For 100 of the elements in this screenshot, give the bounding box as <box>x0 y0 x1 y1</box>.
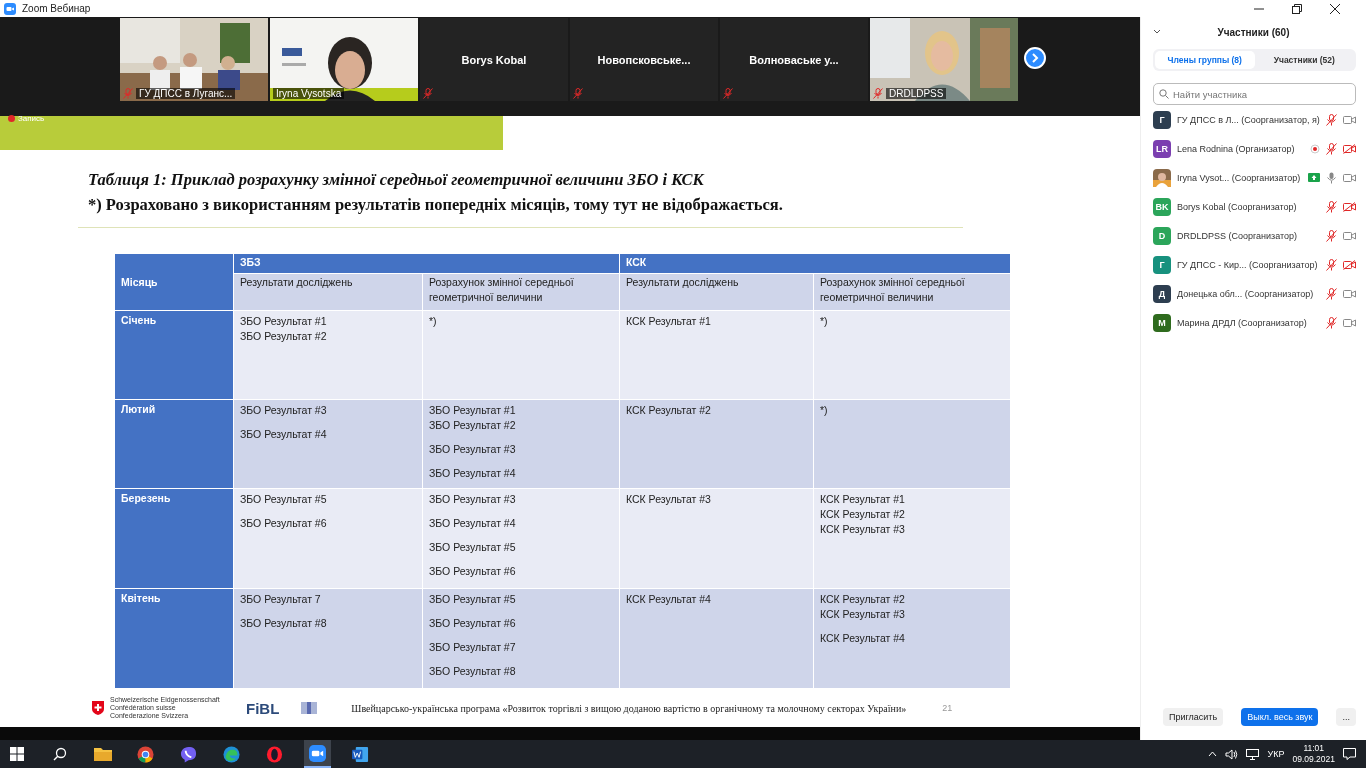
more-button[interactable]: ... <box>1336 708 1356 726</box>
participant-name: Iryna Vysot... (Соорганизатор) <box>1177 172 1302 183</box>
close-icon[interactable] <box>1330 3 1340 14</box>
search-icon <box>52 747 67 761</box>
participant-row[interactable]: Г ГУ ДПСС - Кир... (Соорганизатор) <box>1153 250 1356 279</box>
tab[interactable]: Участники (52) <box>1254 51 1354 69</box>
video-off-icon[interactable] <box>1343 143 1356 154</box>
clock-time[interactable]: 11:01 <box>1303 743 1325 754</box>
mute-all-button[interactable]: Выкл. весь звук <box>1241 708 1319 726</box>
video-off-icon[interactable] <box>1343 201 1356 212</box>
video-tile[interactable]: Borys Kobal <box>420 18 568 101</box>
video-icon[interactable] <box>1343 172 1356 183</box>
cell-text: КСК Результат #3 <box>626 492 712 507</box>
swiss-flag-icon <box>92 701 104 715</box>
video-tile[interactable]: Волноваське у... <box>720 18 868 101</box>
muted-mic-icon[interactable] <box>1326 142 1337 155</box>
taskbar-app[interactable] <box>304 740 331 768</box>
video-icon[interactable] <box>1343 114 1356 125</box>
cell-text: КСК Результат #1 <box>820 492 906 507</box>
video-tile[interactable]: Новопсковське... <box>570 18 718 101</box>
muted-mic-icon[interactable] <box>1326 287 1337 300</box>
page-number: 21 <box>942 703 953 713</box>
participant-name: Волноваське у... <box>749 53 839 66</box>
participant-name: DRDLDPSS <box>886 88 947 99</box>
month-header: Місяць <box>115 254 233 310</box>
next-page-button[interactable] <box>1024 47 1046 69</box>
column-header: Розрахунок змінної середньої геометричної величини <box>423 274 619 310</box>
chrome-icon <box>137 745 154 763</box>
search-field[interactable]: Найти участника <box>1153 83 1356 105</box>
cell-text: ЗБО Результат #1 <box>429 403 517 418</box>
video-icon[interactable] <box>1343 317 1356 328</box>
table-caption: Таблиця 1: Приклад розрахунку змінної середньої геометричної величини ЗБО і КСК <box>88 170 706 190</box>
muted-mic-icon[interactable] <box>1326 316 1337 329</box>
participant-name: Borys Kobal (Соорганизатор) <box>1177 201 1298 212</box>
participant-row[interactable]: Iryna Vysot... (Соорганизатор) <box>1153 163 1356 192</box>
video-icon[interactable] <box>1343 230 1356 241</box>
cell-text: КСК Результат #3 <box>820 607 906 622</box>
cell-text: ЗБО Результат #1 <box>240 314 328 329</box>
participant-row[interactable]: Г ГУ ДПСС в Л... (Соорганизатор, я) <box>1153 105 1356 134</box>
muted-mic-icon[interactable] <box>1326 229 1337 242</box>
cell-text: ЗБО Результат #3 <box>429 492 517 507</box>
avatar: BK <box>1153 197 1171 216</box>
participant-row[interactable]: D DRDLDPSS (Соорганизатор) <box>1153 221 1356 250</box>
notifications-icon[interactable] <box>1343 748 1356 760</box>
participant-name: Донецька обл... (Соорганизатор) <box>1177 288 1315 299</box>
cell-text: ЗБО Результат 7 <box>240 592 322 607</box>
opera-icon <box>266 745 283 763</box>
emblem-icon <box>301 702 318 714</box>
participant-row[interactable]: Д Донецька обл... (Соорганизатор) <box>1153 279 1356 308</box>
chevron-right-icon <box>1031 53 1039 63</box>
cell-text: *) <box>820 314 829 329</box>
participant-name: Borys Kobal <box>461 53 527 66</box>
participant-name: ГУ ДПСС в Л... (Соорганизатор, я) <box>1177 114 1320 125</box>
mic-icon[interactable] <box>1326 171 1337 184</box>
column-header: Результати досліджень <box>620 274 813 310</box>
footnote: *) Розраховано з використанням результатів попередніх місяців, тому тут не відображається. <box>88 195 784 215</box>
participant-row[interactable]: BK Borys Kobal (Соорганизатор) <box>1153 192 1356 221</box>
column-header: Розрахунок змінної середньої геометричної величини <box>814 274 1010 310</box>
chevron-up-icon[interactable] <box>1208 751 1218 757</box>
tab[interactable]: Члены группы (8) <box>1155 51 1255 69</box>
participant-row[interactable]: М Марина ДРДЛ (Соорганизатор) <box>1153 308 1356 337</box>
month-cell: Квітень <box>115 589 233 688</box>
group-header: КСК <box>620 254 1010 273</box>
invite-button[interactable]: Пригласить <box>1163 708 1224 726</box>
speaker-icon[interactable] <box>1225 748 1239 760</box>
video-off-icon[interactable] <box>1343 259 1356 270</box>
participant-name: Новопсковське... <box>597 53 691 66</box>
cell-text: КСК Результат #2 <box>820 507 906 522</box>
cell-text: ЗБО Результат #4 <box>429 516 517 531</box>
participant-name: ГУ ДПСС в Луганс... <box>136 88 236 99</box>
cell-text: ЗБО Результат #4 <box>429 466 517 481</box>
windows-logo-icon <box>9 747 24 761</box>
muted-mic-icon[interactable] <box>1326 200 1337 213</box>
cell-text: КСК Результат #3 <box>820 522 906 537</box>
video-tile[interactable]: Iryna Vysotska <box>270 18 418 101</box>
muted-mic-icon[interactable] <box>1326 258 1337 271</box>
muted-mic-icon[interactable] <box>1326 113 1337 126</box>
cell-text: ЗБО Результат #5 <box>429 592 517 607</box>
participant-name: Lena Rodnina (Организатор) <box>1177 143 1296 154</box>
video-tile[interactable]: DRDLDPSS <box>870 18 1018 101</box>
avatar: Г <box>1153 110 1171 129</box>
avatar: Д <box>1153 284 1171 303</box>
network-icon[interactable] <box>1246 748 1260 760</box>
group-header: ЗБЗ <box>234 254 619 273</box>
restore-icon[interactable] <box>1292 3 1302 14</box>
participant-row[interactable]: LR Lena Rodnina (Организатор) <box>1153 134 1356 163</box>
clock-date[interactable]: 09.09.2021 <box>1292 754 1335 765</box>
video-tile[interactable]: ГУ ДПСС в Луганс... <box>120 18 268 101</box>
cell-text: ЗБО Результат #3 <box>240 403 328 418</box>
language-indicator[interactable]: УКР <box>1267 749 1285 759</box>
chevron-down-icon[interactable] <box>1153 29 1161 35</box>
cell-text: ЗБО Результат #6 <box>429 564 517 579</box>
month-cell: Лютий <box>115 400 233 488</box>
avatar: D <box>1153 226 1171 245</box>
viber-icon <box>180 745 197 763</box>
folder-icon <box>93 747 112 761</box>
footer-text: Швейцарсько-українська програма «Розвиток торгівлі з вищою доданою вартістю в органічному та молочному секторах України» <box>351 702 907 714</box>
recording-indicator: Запись <box>8 114 45 123</box>
video-icon[interactable] <box>1343 288 1356 299</box>
column-header: Результати досліджень <box>234 274 422 310</box>
